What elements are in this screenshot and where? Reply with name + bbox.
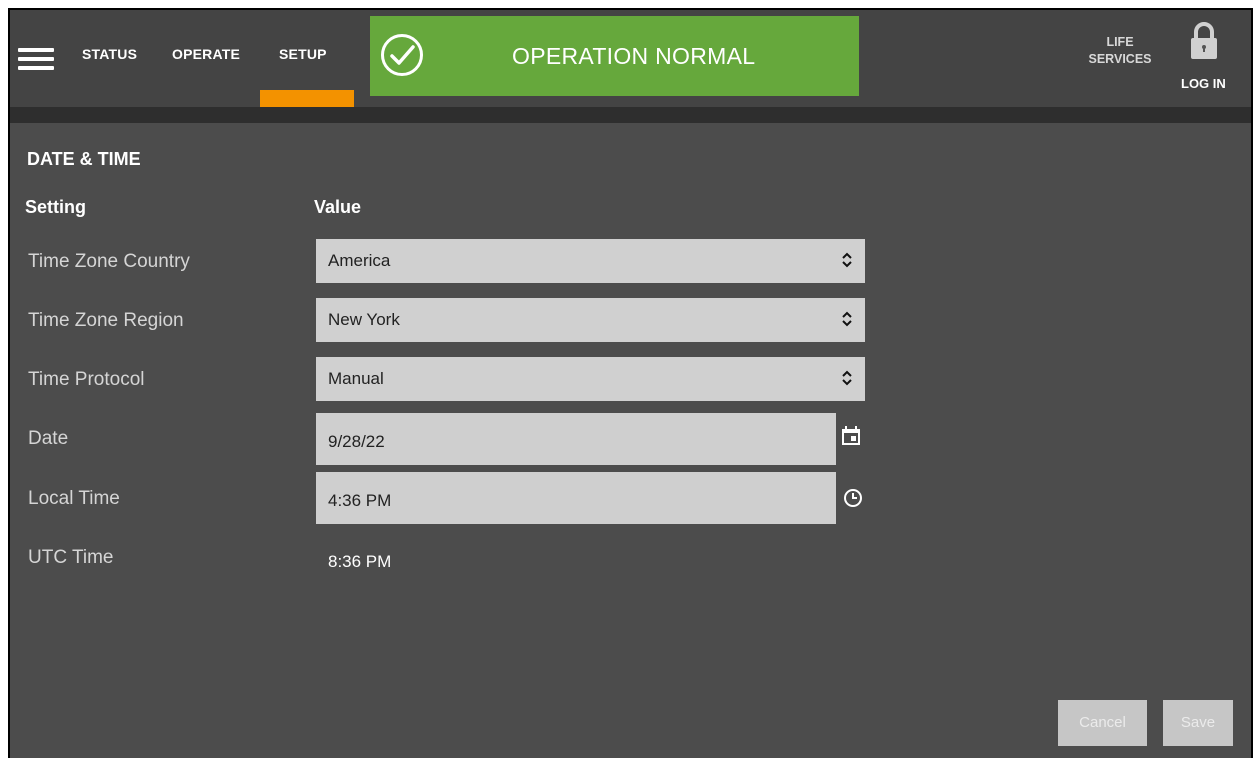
login-button[interactable]: LOG IN bbox=[1181, 76, 1226, 91]
local-time-label: Local Time bbox=[28, 488, 120, 509]
time-protocol-value: Manual bbox=[328, 369, 384, 388]
date-label: Date bbox=[28, 428, 69, 449]
header-divider bbox=[10, 107, 1251, 123]
time-zone-region-label: Time Zone Region bbox=[28, 310, 184, 331]
date-time-panel: DATE & TIME Setting Value Time Zone Coun… bbox=[10, 123, 1251, 758]
utc-time-label: UTC Time bbox=[28, 547, 114, 568]
tab-setup[interactable]: SETUP bbox=[279, 46, 327, 62]
tab-status[interactable]: STATUS bbox=[82, 46, 137, 62]
cancel-button[interactable]: Cancel bbox=[1058, 700, 1147, 746]
date-value: 9/28/22 bbox=[328, 432, 385, 451]
lock-icon[interactable] bbox=[1190, 22, 1218, 60]
time-zone-country-value: America bbox=[328, 251, 391, 270]
select-chevron-icon bbox=[842, 370, 852, 386]
status-banner-text: OPERATION NORMAL bbox=[512, 43, 756, 69]
time-zone-region-select[interactable]: New York bbox=[316, 298, 865, 342]
time-protocol-select[interactable]: Manual bbox=[316, 357, 865, 401]
life-services-line1: LIFE bbox=[1106, 35, 1134, 49]
local-time-value: 4:36 PM bbox=[328, 491, 392, 510]
time-protocol-label: Time Protocol bbox=[28, 369, 145, 390]
tab-operate[interactable]: OPERATE bbox=[172, 46, 240, 62]
column-header-value: Value bbox=[314, 197, 362, 217]
menu-icon[interactable] bbox=[18, 48, 54, 70]
date-input[interactable]: 9/28/22 bbox=[316, 413, 836, 465]
time-zone-country-select[interactable]: America bbox=[316, 239, 865, 283]
utc-time-value: 8:36 PM bbox=[328, 552, 392, 571]
page-title: DATE & TIME bbox=[27, 149, 141, 169]
status-banner[interactable]: OPERATION NORMAL bbox=[370, 16, 859, 96]
clock-icon[interactable] bbox=[843, 488, 863, 508]
life-services-link[interactable]: LIFE SERVICES bbox=[1080, 34, 1160, 68]
life-services-line2: SERVICES bbox=[1088, 52, 1152, 66]
local-time-input[interactable]: 4:36 PM bbox=[316, 472, 836, 524]
column-header-setting: Setting bbox=[25, 197, 86, 217]
time-zone-country-label: Time Zone Country bbox=[28, 251, 190, 272]
time-zone-region-value: New York bbox=[328, 310, 400, 329]
app-frame: STATUS OPERATE SETUP OPERATION NORMAL LI… bbox=[8, 8, 1253, 758]
select-chevron-icon bbox=[842, 311, 852, 327]
select-chevron-icon bbox=[842, 252, 852, 268]
check-circle-icon bbox=[381, 34, 423, 76]
calendar-icon[interactable] bbox=[841, 426, 861, 446]
top-navigation-bar: STATUS OPERATE SETUP OPERATION NORMAL LI… bbox=[10, 10, 1251, 108]
save-button[interactable]: Save bbox=[1163, 700, 1233, 746]
active-tab-indicator bbox=[260, 90, 354, 108]
